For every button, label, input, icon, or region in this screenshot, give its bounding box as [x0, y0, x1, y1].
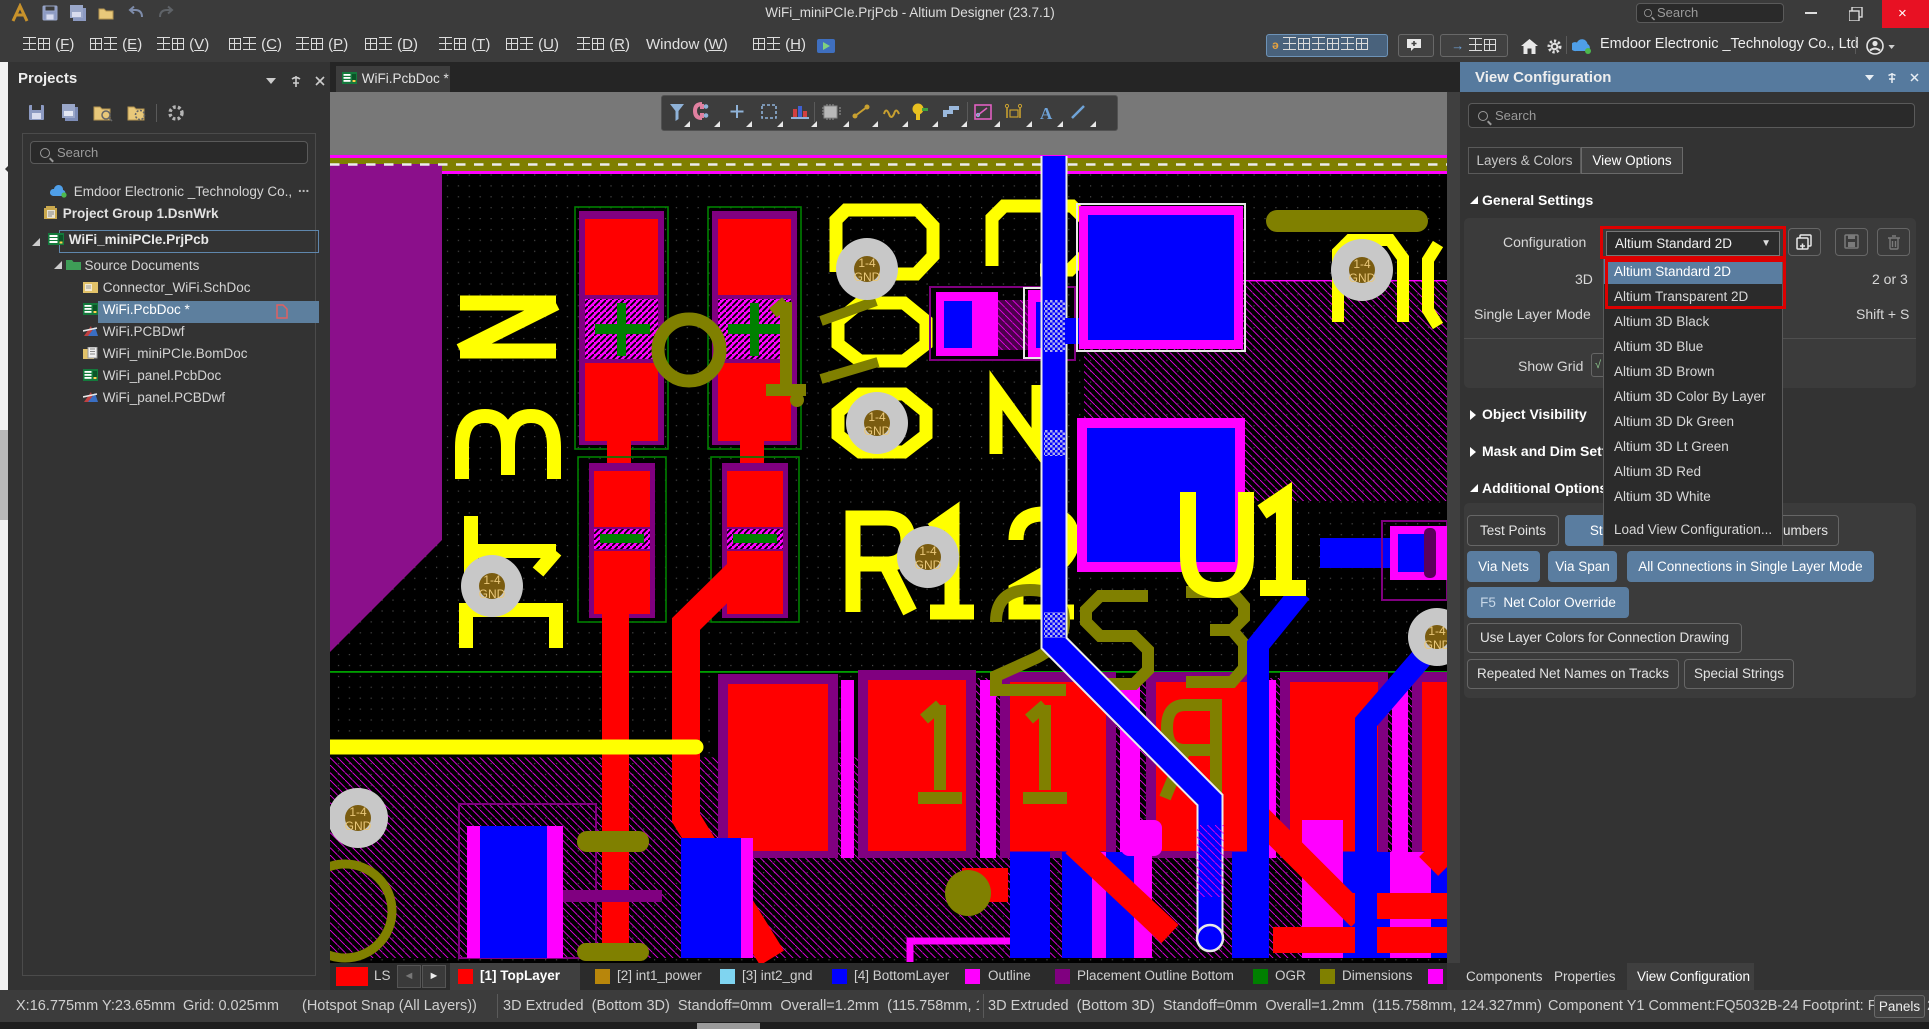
svg-text:1-4: 1-4: [483, 573, 501, 587]
svg-text:GND: GND: [864, 424, 891, 438]
svg-text:GND: GND: [479, 587, 506, 601]
svg-text:1-4: 1-4: [919, 544, 937, 558]
svg-text:GND: GND: [345, 819, 372, 833]
svg-text:1-4: 1-4: [349, 805, 367, 819]
svg-text:GND: GND: [1349, 271, 1376, 285]
svg-text:GND: GND: [854, 270, 881, 284]
svg-text:GND: GND: [1424, 638, 1447, 652]
svg-text:A: A: [1040, 104, 1053, 123]
svg-text:1-4: 1-4: [1353, 257, 1371, 271]
svg-text:1-4: 1-4: [858, 256, 876, 270]
svg-text:GND: GND: [915, 558, 942, 572]
svg-text:1-4: 1-4: [868, 410, 886, 424]
svg-text:1-4: 1-4: [1428, 624, 1446, 638]
